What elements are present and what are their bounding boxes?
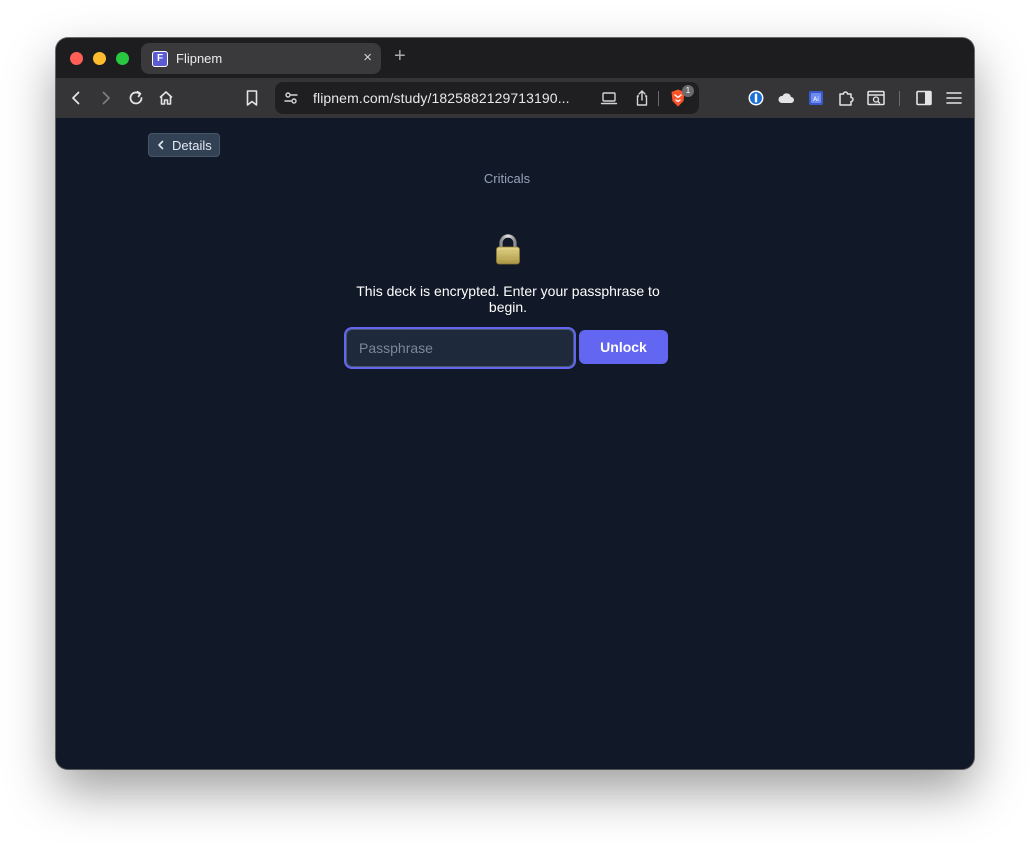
brave-shields-count-badge: 1: [682, 85, 694, 97]
share-icon[interactable]: [630, 86, 654, 110]
close-window-button[interactable]: [70, 52, 83, 65]
title-bar: F Flipnem × +: [56, 38, 974, 78]
lock-icon: [496, 234, 520, 265]
sidebar-icon[interactable]: [912, 86, 936, 110]
address-bar-divider: [658, 91, 659, 106]
cloud-icon[interactable]: [774, 86, 798, 110]
screenshot-icon[interactable]: [864, 86, 888, 110]
tab-flipnem[interactable]: F Flipnem ×: [141, 43, 381, 74]
unlock-button[interactable]: Unlock: [579, 330, 668, 364]
back-icon[interactable]: [64, 86, 88, 110]
deck-title: Criticals: [483, 171, 531, 186]
minimize-window-button[interactable]: [93, 52, 106, 65]
home-icon[interactable]: [154, 86, 178, 110]
toolbar-divider: [899, 91, 900, 106]
details-back-button[interactable]: Details: [148, 133, 220, 157]
translate-icon[interactable]: Ai: [804, 86, 828, 110]
browser-toolbar: flipnem.com/study/1825882129713190... 1 …: [56, 78, 974, 118]
chevron-left-icon: [158, 140, 164, 150]
unlock-button-label: Unlock: [600, 339, 647, 355]
new-tab-button[interactable]: +: [394, 45, 406, 68]
reload-icon[interactable]: [124, 86, 148, 110]
site-settings-icon[interactable]: [279, 86, 303, 110]
cast-icon[interactable]: [597, 86, 621, 110]
1password-icon[interactable]: [744, 86, 768, 110]
forward-icon[interactable]: [94, 86, 118, 110]
tab-title: Flipnem: [176, 51, 223, 66]
bookmark-icon[interactable]: [240, 86, 264, 110]
svg-text:Ai: Ai: [813, 96, 819, 103]
flipnem-favicon-icon: F: [152, 51, 168, 67]
details-back-label: Details: [172, 137, 212, 153]
url-text: flipnem.com/study/1825882129713190...: [313, 90, 570, 106]
menu-icon[interactable]: [942, 86, 966, 110]
encryption-message: This deck is encrypted. Enter your passp…: [356, 283, 660, 315]
passphrase-input[interactable]: [346, 329, 574, 367]
extensions-icon[interactable]: [834, 86, 858, 110]
maximize-window-button[interactable]: [116, 52, 129, 65]
browser-window: F Flipnem × + flipnem.com/study/18258821…: [56, 38, 974, 769]
study-page: Details Criticals This deck is encrypted…: [56, 118, 974, 769]
tab-close-icon[interactable]: ×: [363, 49, 372, 66]
address-bar[interactable]: flipnem.com/study/1825882129713190... 1: [275, 82, 699, 114]
